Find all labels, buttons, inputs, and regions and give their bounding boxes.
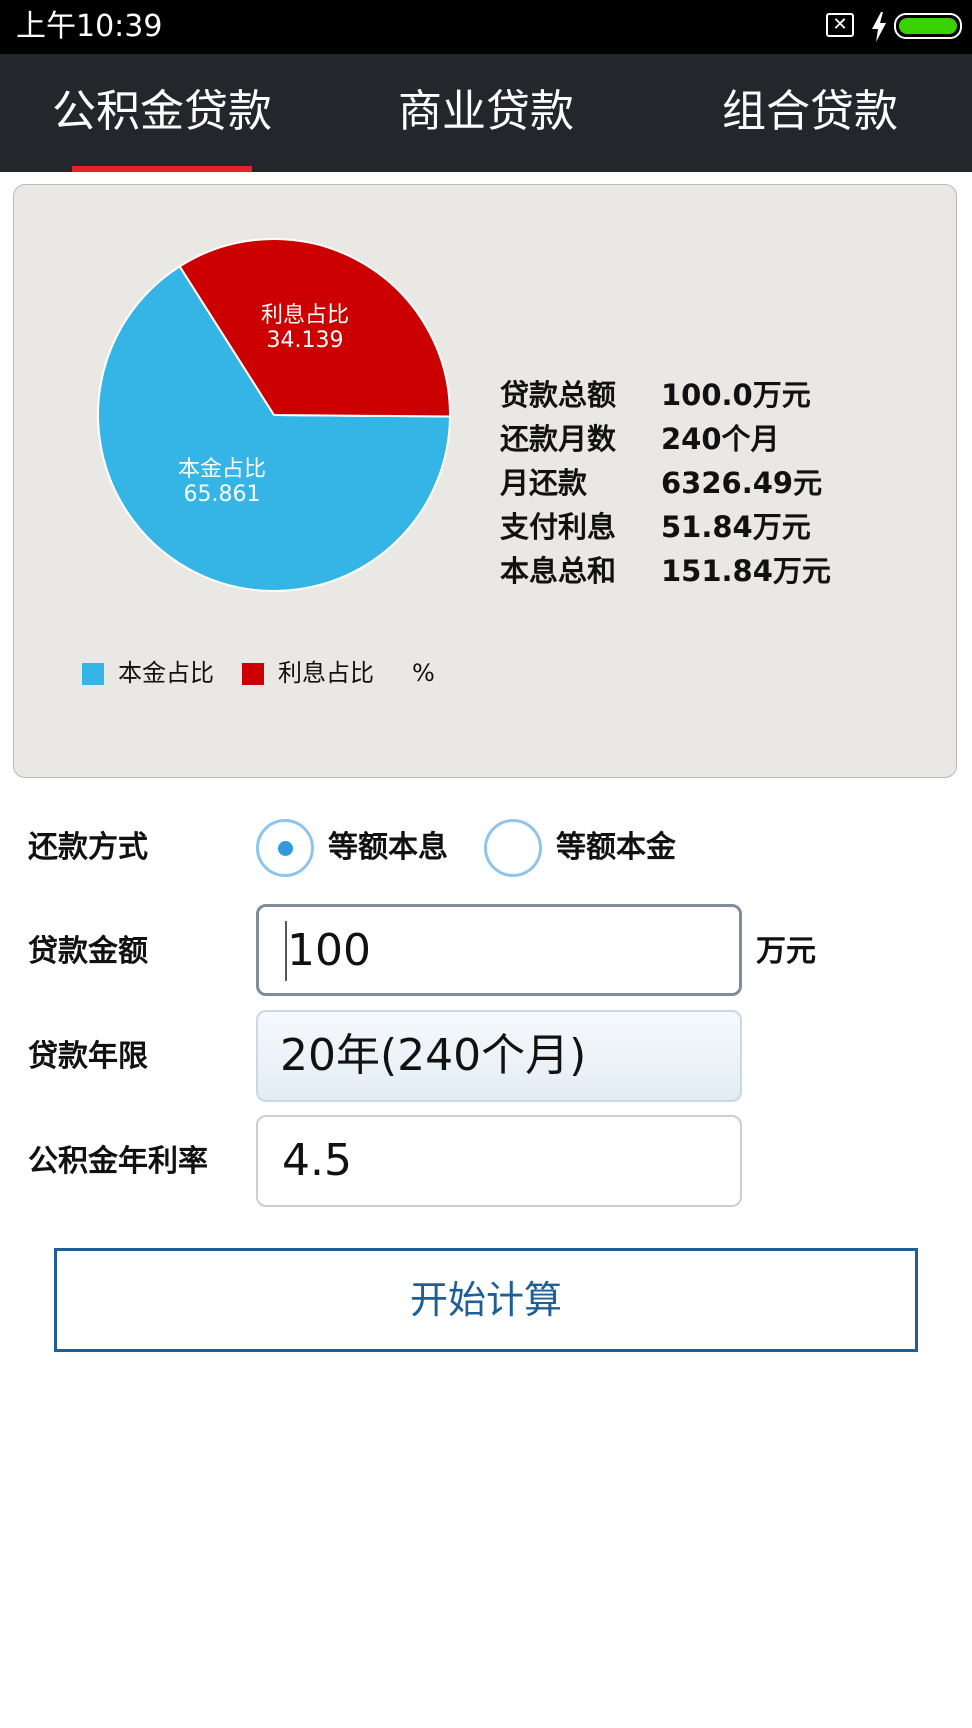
- summary-label: 贷款总额: [500, 378, 617, 412]
- legend-unit: %: [412, 659, 435, 687]
- interest-slice-value: 34.139: [266, 328, 344, 353]
- radio-equal-principal[interactable]: [484, 819, 542, 877]
- legend-label-principal: 本金占比: [118, 659, 214, 687]
- tab-combined-loan[interactable]: 组合贷款: [648, 54, 972, 172]
- repay-method-label: 还款方式: [28, 830, 148, 865]
- charging-bolt-icon: [872, 12, 886, 42]
- interest-rate-input[interactable]: 4.5: [256, 1115, 742, 1207]
- radio-selected-dot: [278, 841, 293, 856]
- loan-term-select[interactable]: 20年(240个月): [256, 1010, 742, 1102]
- summary-value: 240个月: [661, 422, 780, 456]
- pie-chart: [97, 238, 452, 592]
- legend-swatch-interest: [242, 663, 264, 685]
- summary-label: 月还款: [500, 466, 588, 500]
- loan-amount-value: 100: [287, 925, 371, 976]
- legend-swatch-principal: [82, 663, 104, 685]
- battery-level: [899, 18, 957, 34]
- radio-label-equal-installment[interactable]: 等额本息: [328, 826, 448, 870]
- radio-label-equal-principal[interactable]: 等额本金: [556, 826, 676, 870]
- tab-bar: 公积金贷款 商业贷款 组合贷款: [0, 54, 972, 172]
- summary-value: 151.84万元: [661, 554, 831, 588]
- summary-label: 还款月数: [500, 422, 617, 456]
- loan-amount-input[interactable]: 100: [256, 904, 742, 996]
- interest-rate-label: 公积金年利率: [28, 1144, 208, 1179]
- summary-label: 本息总和: [500, 554, 617, 588]
- summary-row: 月还款 6326.49元: [500, 461, 880, 505]
- radio-equal-installment[interactable]: [256, 819, 314, 877]
- battery-icon: [894, 13, 962, 39]
- status-bar: 上午10:39 ✕: [0, 0, 972, 54]
- summary-value: 51.84万元: [661, 510, 811, 544]
- principal-slice-label: 本金占比 65.861: [142, 457, 302, 507]
- interest-rate-value: 4.5: [282, 1135, 352, 1186]
- loan-amount-label: 贷款金额: [28, 934, 148, 969]
- status-time: 上午10:39: [16, 9, 163, 44]
- loan-amount-unit: 万元: [756, 934, 816, 969]
- start-calculation-button[interactable]: 开始计算: [54, 1248, 918, 1352]
- loan-term-value: 20年(240个月): [280, 1030, 587, 1081]
- principal-slice-name: 本金占比: [177, 457, 266, 482]
- summary-row: 贷款总额 100.0万元: [500, 373, 880, 417]
- interest-slice-name: 利息占比: [260, 303, 349, 328]
- tab-housing-fund-loan[interactable]: 公积金贷款: [0, 54, 324, 172]
- loan-term-label: 贷款年限: [28, 1039, 148, 1074]
- interest-slice-label: 利息占比 34.139: [225, 303, 385, 353]
- summary-label: 支付利息: [500, 510, 617, 544]
- tab-commercial-loan[interactable]: 商业贷款: [324, 54, 648, 172]
- sim-card-x-icon: ✕: [826, 13, 854, 37]
- principal-slice-value: 65.861: [183, 482, 261, 507]
- result-panel: 利息占比 34.139 本金占比 65.861 本金占比 利息占比 % 贷款总额…: [13, 184, 957, 778]
- summary-row: 支付利息 51.84万元: [500, 505, 880, 549]
- summary-row: 本息总和 151.84万元: [500, 549, 880, 593]
- summary-row: 还款月数 240个月: [500, 417, 880, 461]
- summary-value: 100.0万元: [661, 378, 811, 412]
- summary-value: 6326.49元: [661, 466, 823, 500]
- active-tab-indicator: [72, 166, 252, 172]
- legend-label-interest: 利息占比: [278, 659, 374, 687]
